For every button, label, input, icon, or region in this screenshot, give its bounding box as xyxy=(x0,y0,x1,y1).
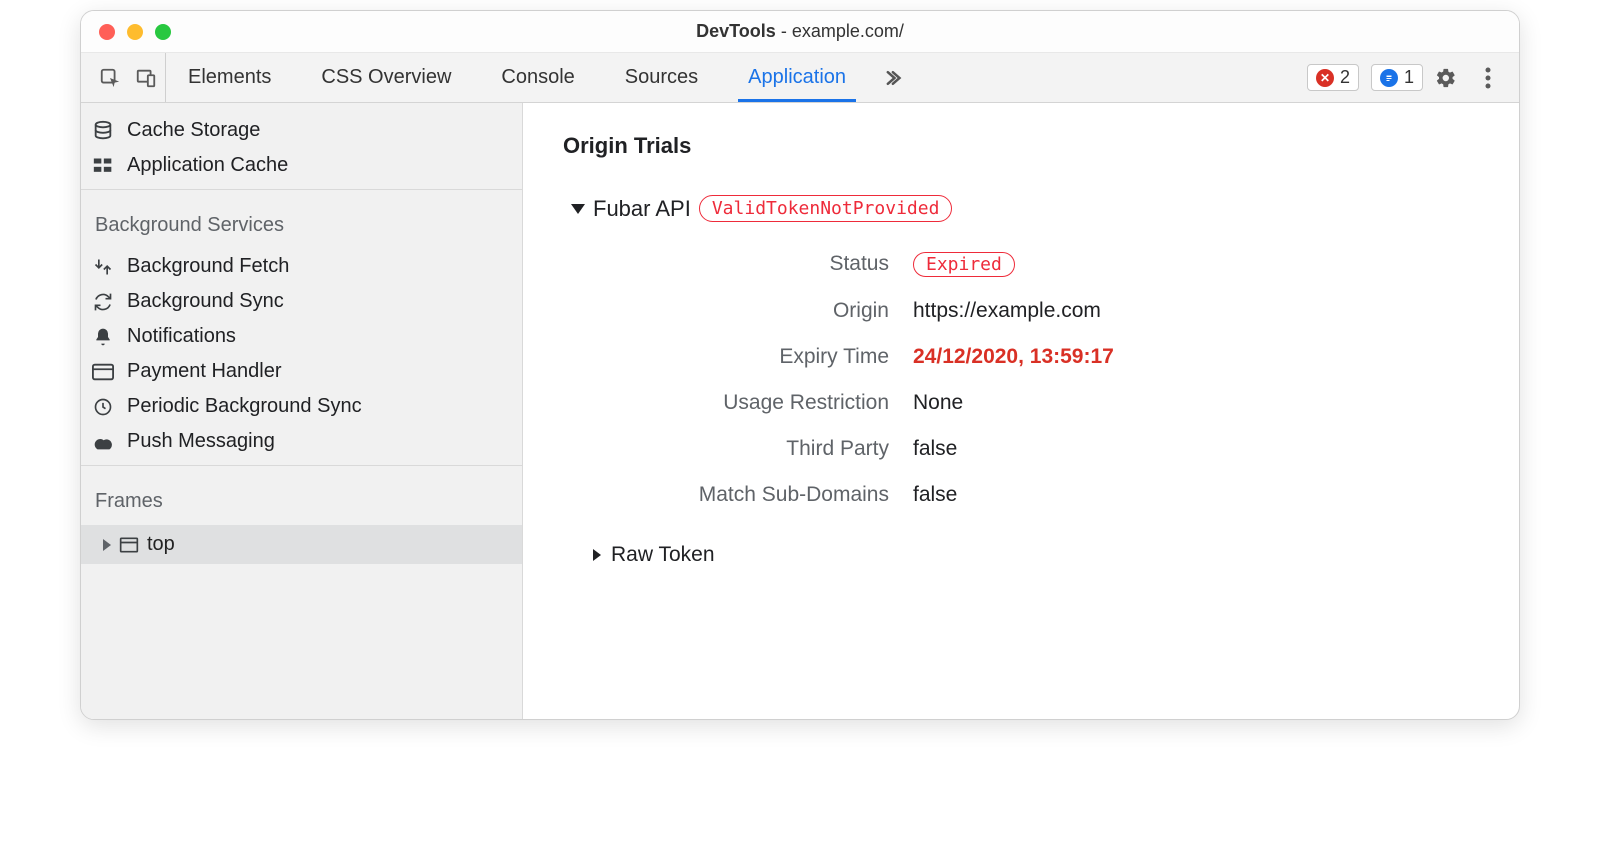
sidebar-item-payment-handler[interactable]: Payment Handler xyxy=(81,354,522,389)
cloud-icon xyxy=(91,434,115,450)
main-content: Origin Trials Fubar API ValidTokenNotPro… xyxy=(523,103,1519,719)
issues-counter[interactable]: 1 xyxy=(1371,64,1423,91)
trial-status-badge: ValidTokenNotProvided xyxy=(699,195,953,222)
kebab-menu-icon[interactable] xyxy=(1477,67,1499,89)
main-toolbar: Elements CSS Overview Console Sources Ap… xyxy=(81,53,1519,103)
label-status: Status xyxy=(613,252,913,277)
device-toolbar-icon[interactable] xyxy=(135,67,157,89)
label-match-subdomains: Match Sub-Domains xyxy=(613,483,913,507)
sidebar-item-label: Cache Storage xyxy=(127,119,260,142)
frame-icon xyxy=(119,536,139,554)
raw-token-row[interactable]: Raw Token xyxy=(563,543,1479,567)
tab-application[interactable]: Application xyxy=(738,53,856,102)
sidebar-header-frames: Frames xyxy=(81,472,522,525)
issues-icon xyxy=(1380,69,1398,87)
titlebar: DevTools - example.com/ xyxy=(81,11,1519,53)
value-third-party: false xyxy=(913,437,1479,461)
sidebar-item-background-fetch[interactable]: Background Fetch xyxy=(81,249,522,284)
label-origin: Origin xyxy=(613,299,913,323)
collapse-triangle-icon xyxy=(571,204,585,214)
sidebar-item-push-messaging[interactable]: Push Messaging xyxy=(81,424,522,459)
settings-icon[interactable] xyxy=(1435,67,1457,89)
sidebar-item-notifications[interactable]: Notifications xyxy=(81,319,522,354)
window-title: DevTools - example.com/ xyxy=(81,21,1519,42)
trial-details: Status Expired Origin https://example.co… xyxy=(613,252,1479,507)
frame-name: top xyxy=(147,533,175,556)
expand-triangle-icon xyxy=(103,539,111,551)
window-close-button[interactable] xyxy=(99,24,115,40)
error-counter[interactable]: ✕ 2 xyxy=(1307,64,1359,91)
sidebar-item-label: Background Fetch xyxy=(127,255,289,278)
panel-tabs: Elements CSS Overview Console Sources Ap… xyxy=(178,53,856,102)
status-expired-badge: Expired xyxy=(913,252,1015,277)
database-icon xyxy=(91,120,115,142)
error-count: 2 xyxy=(1340,67,1350,88)
application-sidebar: Cache Storage Application Cache Backgrou… xyxy=(81,103,523,719)
page-title: Origin Trials xyxy=(563,133,1479,159)
bell-icon xyxy=(91,327,115,347)
sidebar-item-background-sync[interactable]: Background Sync xyxy=(81,284,522,319)
sidebar-item-label: Notifications xyxy=(127,325,236,348)
sidebar-item-label: Background Sync xyxy=(127,290,284,313)
value-expiry-time: 24/12/2020, 13:59:17 xyxy=(913,345,1479,369)
workspace: Cache Storage Application Cache Backgrou… xyxy=(81,103,1519,719)
sidebar-item-label: Application Cache xyxy=(127,154,288,177)
label-expiry-time: Expiry Time xyxy=(613,345,913,369)
traffic-lights xyxy=(99,24,171,40)
issues-count: 1 xyxy=(1404,67,1414,88)
value-status: Expired xyxy=(913,252,1479,277)
raw-token-label: Raw Token xyxy=(611,543,715,567)
sidebar-item-cache-storage[interactable]: Cache Storage xyxy=(81,113,522,148)
label-usage-restriction: Usage Restriction xyxy=(613,391,913,415)
clock-icon xyxy=(91,397,115,417)
error-icon: ✕ xyxy=(1316,69,1334,87)
sidebar-item-label: Payment Handler xyxy=(127,360,282,383)
more-tabs-button[interactable] xyxy=(874,53,910,102)
sidebar-item-label: Periodic Background Sync xyxy=(127,395,362,418)
label-third-party: Third Party xyxy=(613,437,913,461)
credit-card-icon xyxy=(91,363,115,381)
sync-icon xyxy=(91,292,115,312)
value-usage-restriction: None xyxy=(913,391,1479,415)
window-title-prefix: DevTools xyxy=(696,21,776,41)
fetch-icon xyxy=(91,257,115,277)
sidebar-item-periodic-background-sync[interactable]: Periodic Background Sync xyxy=(81,389,522,424)
value-match-subdomains: false xyxy=(913,483,1479,507)
sidebar-header-background-services: Background Services xyxy=(81,196,522,249)
window-minimize-button[interactable] xyxy=(127,24,143,40)
sidebar-item-label: Push Messaging xyxy=(127,430,275,453)
expand-triangle-icon xyxy=(593,549,601,561)
sidebar-item-application-cache[interactable]: Application Cache xyxy=(81,148,522,183)
origin-trial-row[interactable]: Fubar API ValidTokenNotProvided xyxy=(563,195,1479,222)
devtools-window: DevTools - example.com/ Elements CSS xyxy=(80,10,1520,720)
tab-console[interactable]: Console xyxy=(491,53,584,102)
grid-icon xyxy=(91,157,115,175)
tab-css-overview[interactable]: CSS Overview xyxy=(311,53,461,102)
inspect-element-icon[interactable] xyxy=(99,67,121,89)
sidebar-item-frame-top[interactable]: top xyxy=(81,525,522,564)
trial-name: Fubar API xyxy=(593,196,691,222)
tab-elements[interactable]: Elements xyxy=(178,53,281,102)
window-maximize-button[interactable] xyxy=(155,24,171,40)
value-origin: https://example.com xyxy=(913,299,1479,323)
tab-sources[interactable]: Sources xyxy=(615,53,708,102)
window-title-suffix: example.com/ xyxy=(792,21,904,41)
